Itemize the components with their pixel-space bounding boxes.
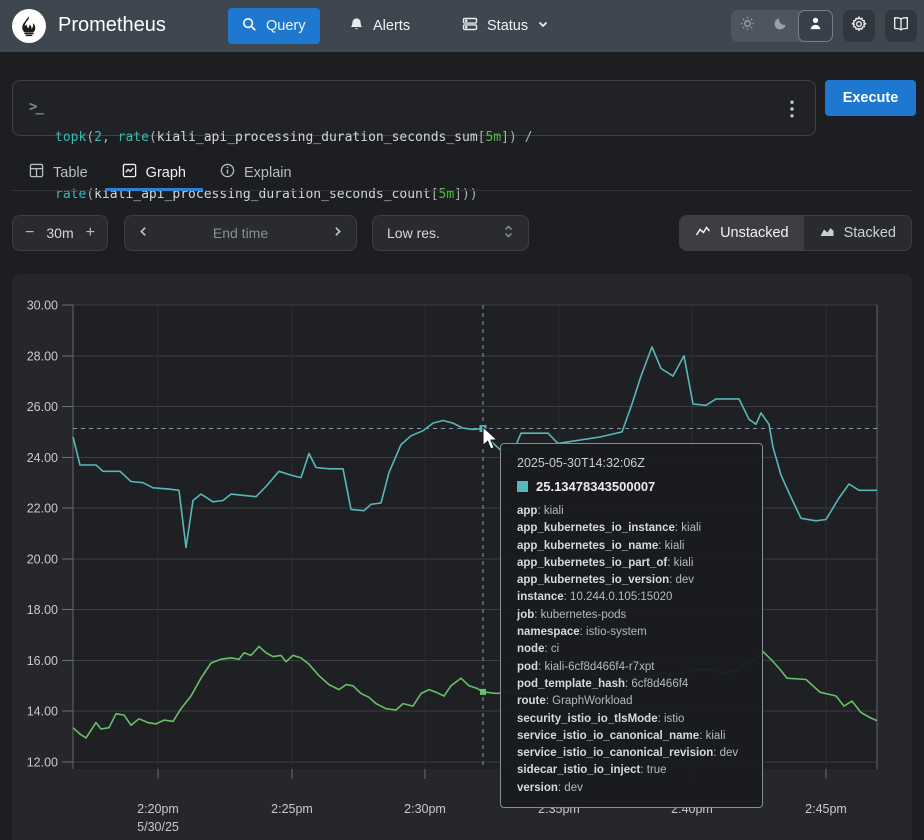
series-color-swatch [517,481,528,492]
sun-icon [740,16,755,36]
svg-text:22.00: 22.00 [27,502,58,516]
graph-controls: − 30m + End time Low res. Unstacked Stac… [12,215,912,251]
moon-icon [773,16,788,36]
area-chart-icon [819,224,835,242]
time-series-chart[interactable]: 30.00 28.00 26.00 24.00 22.00 20.00 18.00 16.00… [12,274,912,840]
end-time-placeholder: End time [213,225,268,241]
app-title: Prometheus [58,14,166,37]
theme-switcher [731,10,833,42]
tooltip-value: 25.13478343500007 [536,479,655,494]
series-tooltip: 2025-05-30T14:32:06Z 25.13478343500007 a… [500,443,763,808]
server-icon [462,16,478,36]
svg-text:2:25pm: 2:25pm [271,802,313,816]
stacking-toggle: Unstacked Stacked [679,215,912,251]
end-time-input[interactable]: End time [124,215,357,251]
theme-auto-button[interactable] [798,10,833,42]
svg-text:28.00: 28.00 [27,349,58,363]
tab-explain[interactable]: Explain [203,155,309,190]
navbar: Prometheus Query Alerts Status [0,0,924,52]
tooltip-value-row: 25.13478343500007 [517,479,746,494]
svg-text:16.00: 16.00 [27,654,58,668]
svg-text:2:45pm: 2:45pm [805,802,847,816]
theme-light-button[interactable] [731,10,764,42]
select-chevrons-icon [503,224,514,242]
theme-dark-button[interactable] [764,10,797,42]
person-icon [808,16,823,36]
info-circle-icon [220,163,235,182]
time-back-icon[interactable] [137,225,150,241]
range-value[interactable]: 30m [46,225,73,241]
tab-table[interactable]: Table [12,155,105,190]
svg-text:20.00: 20.00 [27,552,58,566]
svg-text:5/30/25: 5/30/25 [137,820,179,834]
svg-text:12.00: 12.00 [27,756,58,770]
range-increase-button[interactable]: + [86,224,95,242]
svg-text:14.00: 14.00 [27,705,58,719]
tooltip-timestamp: 2025-05-30T14:32:06Z [517,456,746,470]
nav-status-menu[interactable]: Status [448,8,563,44]
docs-button[interactable] [885,10,917,42]
svg-text:24.00: 24.00 [27,451,58,465]
nav-query-button[interactable]: Query [228,8,320,44]
promql-input[interactable]: >_ topk(2, rate(kiali_api_processing_dur… [12,80,816,136]
svg-text:30.00: 30.00 [27,299,58,313]
tooltip-labels: app: kialiapp_kubernetes_io_instance: ki… [517,503,746,797]
resolution-select[interactable]: Low res. [372,215,529,251]
unstacked-button[interactable]: Unstacked [680,216,804,250]
range-stepper: − 30m + [12,215,108,251]
execute-button[interactable]: Execute [825,80,916,116]
line-chart-icon [695,224,711,242]
query-options-menu[interactable] [783,98,801,120]
stacked-button[interactable]: Stacked [804,216,911,250]
svg-text:2:30pm: 2:30pm [404,802,446,816]
bell-icon [349,17,364,36]
book-icon [892,15,910,38]
tab-graph[interactable]: Graph [105,155,203,190]
gear-icon [850,15,868,38]
table-icon [29,163,44,182]
graph-panel: 30.00 28.00 26.00 24.00 22.00 20.00 18.00 16.00… [12,274,912,840]
prometheus-logo-icon [12,9,46,43]
mouse-cursor [481,426,503,452]
svg-text:2:20pm: 2:20pm [137,802,179,816]
settings-button[interactable] [843,10,875,42]
chevron-down-icon [537,18,549,34]
graph-icon [122,163,137,182]
prompt-icon: >_ [29,99,42,115]
svg-text:26.00: 26.00 [27,400,58,414]
range-decrease-button[interactable]: − [25,224,34,242]
time-forward-icon[interactable] [331,225,344,241]
result-tabs: Table Graph Explain [12,155,912,191]
search-icon [242,17,257,36]
nav-alerts-button[interactable]: Alerts [335,8,424,44]
svg-text:18.00: 18.00 [27,603,58,617]
